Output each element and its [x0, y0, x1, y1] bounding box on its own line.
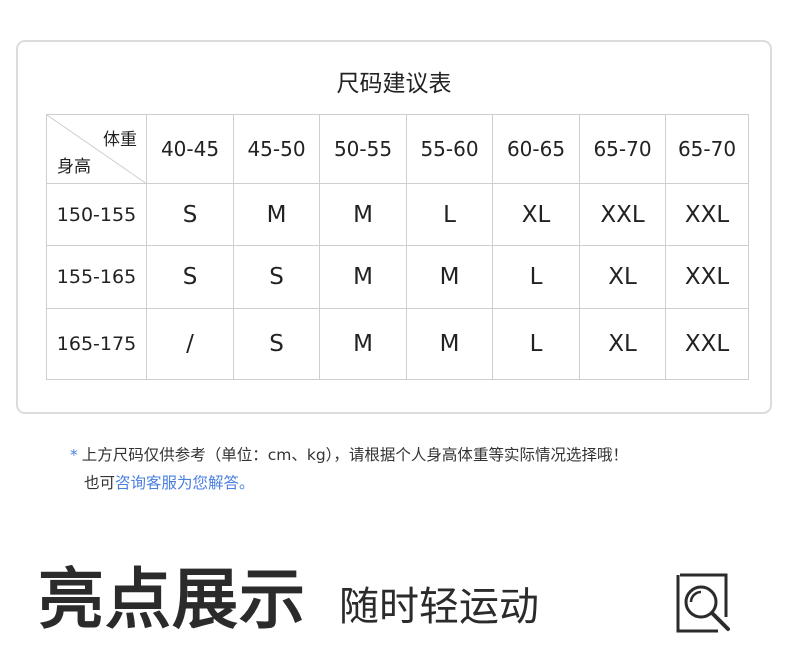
size-cell: XXL — [665, 308, 749, 380]
size-cell: L — [492, 245, 580, 309]
size-cell: S — [233, 245, 320, 309]
size-cell: XL — [579, 308, 666, 380]
size-cell: L — [492, 308, 580, 380]
corner-weight-label: 体重 — [103, 130, 137, 150]
table-header-row: 体重 身高 40-45 45-50 50-55 55-60 60-65 65-7… — [46, 114, 749, 184]
size-cell: M — [233, 183, 320, 246]
note-asterisk: * — [70, 446, 78, 464]
weight-column-header: 40-45 — [146, 114, 234, 184]
height-row-header: 150-155 — [46, 183, 147, 246]
note-prefix: 也可 — [84, 474, 116, 492]
height-row-header: 155-165 — [46, 245, 147, 309]
table-row: 155-165 S S M M L XL XXL — [46, 245, 749, 309]
size-cell: M — [319, 245, 407, 309]
size-cell: XXL — [579, 183, 666, 246]
magnifier-icon — [674, 573, 732, 637]
weight-column-header: 65-70 — [579, 114, 666, 184]
size-cell: XXL — [665, 183, 749, 246]
table-row: 165-175 / S M M L XL XXL — [46, 308, 749, 380]
size-note-line1: * 上方尺码仅供参考（单位：cm、kg），请根据个人身高体重等实际情况选择哦！ — [70, 441, 628, 469]
size-cell: S — [146, 245, 234, 309]
weight-column-header: 50-55 — [319, 114, 407, 184]
size-cell: S — [146, 183, 234, 246]
size-cell: XXL — [665, 245, 749, 309]
size-cell: XL — [579, 245, 666, 309]
weight-column-header: 45-50 — [233, 114, 320, 184]
height-row-header: 165-175 — [46, 308, 147, 380]
customer-service-link[interactable]: 咨询客服为您解答。 — [115, 474, 255, 492]
size-cell: M — [406, 245, 493, 309]
table-corner-cell: 体重 身高 — [46, 114, 147, 184]
size-note: * 上方尺码仅供参考（单位：cm、kg），请根据个人身高体重等实际情况选择哦！ 也… — [70, 441, 628, 497]
highlight-subtitle: 随时轻运动 — [339, 584, 539, 630]
weight-column-header: 65-70 — [665, 114, 749, 184]
size-cell: M — [319, 183, 407, 246]
size-table: 体重 身高 40-45 45-50 50-55 55-60 60-65 65-7… — [46, 114, 749, 380]
size-chart-title: 尺码建议表 — [336, 71, 452, 97]
size-chart-card: 尺码建议表 体重 身高 40-45 45-50 50-55 55-60 60-6… — [16, 40, 772, 414]
size-cell: XL — [492, 183, 580, 246]
weight-column-header: 55-60 — [406, 114, 493, 184]
size-cell: M — [406, 308, 493, 380]
weight-column-header: 60-65 — [492, 114, 580, 184]
note-text: 上方尺码仅供参考（单位：cm、kg），请根据个人身高体重等实际情况选择哦！ — [81, 446, 628, 464]
size-cell: S — [233, 308, 320, 380]
size-cell: M — [319, 308, 407, 380]
highlight-title: 亮点展示 — [38, 561, 306, 638]
table-row: 150-155 S M M L XL XXL XXL — [46, 183, 749, 246]
size-cell: / — [146, 308, 234, 380]
corner-height-label: 身高 — [57, 157, 91, 177]
size-cell: L — [406, 183, 493, 246]
size-note-line2: 也可咨询客服为您解答。 — [70, 469, 628, 497]
